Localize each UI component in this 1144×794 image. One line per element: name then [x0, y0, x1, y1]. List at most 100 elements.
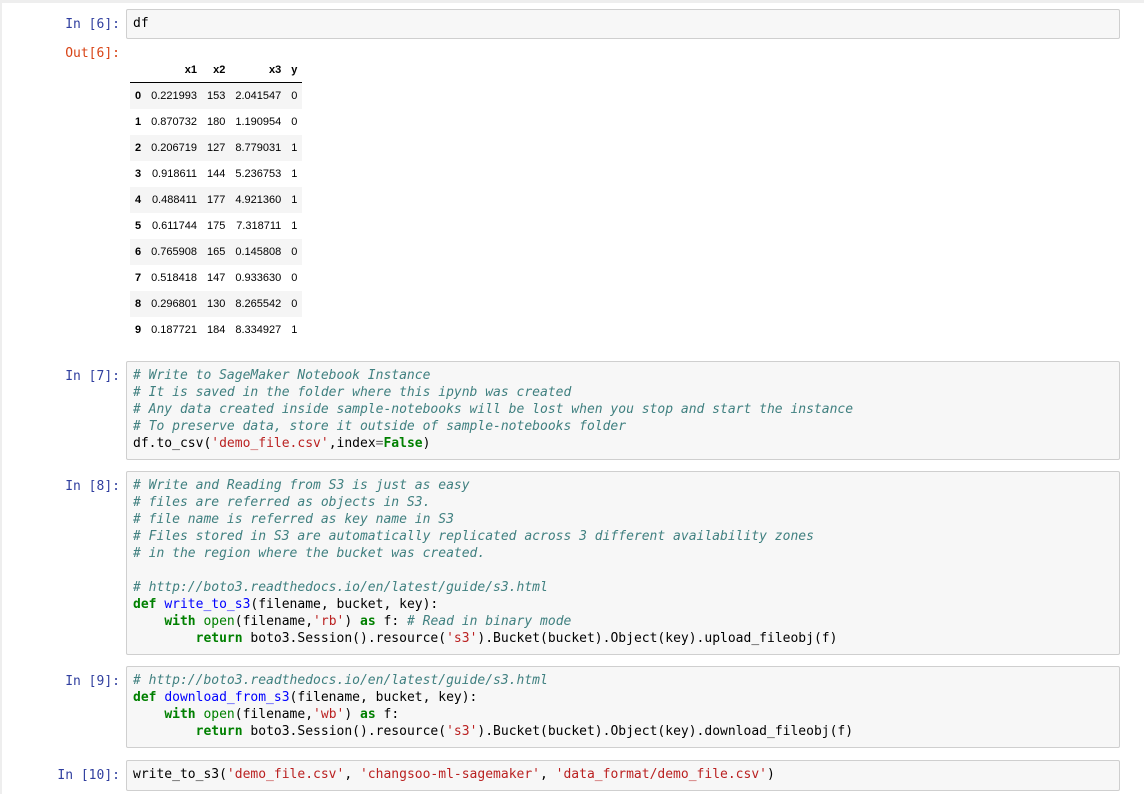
cell-9-code[interactable]: # http://boto3.readthedocs.io/en/latest/… [133, 672, 1113, 740]
code-cell-6[interactable]: df [126, 9, 1120, 39]
cell-6-code[interactable]: df [133, 15, 1113, 32]
table-cell-y: 0 [291, 90, 298, 102]
code-text: , [344, 767, 360, 782]
code-cell-8[interactable]: # Write and Reading from S3 is just as e… [126, 471, 1120, 655]
function-name: write_to_s3 [164, 597, 251, 612]
table-row: 1 0.870732 180 1.190954 0 [130, 109, 302, 135]
row-index: 6 [135, 246, 142, 258]
table-row: 8 0.296801 130 8.265542 0 [130, 291, 303, 317]
code-text: (filename, [234, 614, 314, 629]
table-cell-y: 0 [291, 246, 298, 258]
keyword-as: as [360, 707, 376, 722]
table-cell-x3: 4.921360 [235, 194, 282, 206]
table-cell-y: 1 [291, 142, 298, 154]
code-cell-10[interactable]: write_to_s3('demo_file.csv', 'changsoo-m… [126, 760, 1120, 791]
code-text: ) [344, 614, 353, 629]
column-header-x3: x3 [230, 58, 287, 83]
string-literal: 's3' [446, 631, 478, 646]
code-text: ,index [328, 436, 376, 451]
input-prompt-8: In [8]: [65, 479, 120, 494]
row-index: 2 [135, 142, 142, 154]
code-text: ) [766, 767, 775, 782]
code-text: (filename, bucket, key): [250, 597, 439, 612]
comment-line: # file name is referred as key name in S… [133, 512, 454, 527]
cell-7-code[interactable]: # Write to SageMaker Notebook Instance #… [133, 367, 1113, 452]
table-cell-x1: 0.765908 [151, 246, 198, 258]
comment-line: # Write and Reading from S3 is just as e… [133, 478, 470, 493]
table-cell-x2: 144 [207, 168, 226, 180]
code-text: f: [383, 707, 400, 722]
input-prompt-7: In [7]: [65, 369, 120, 384]
code-text: ).Bucket(bucket).Object(key).download_fi… [477, 724, 854, 739]
table-cell-y: 1 [291, 168, 298, 180]
table-row: 0 0.221993 153 2.041547 0 [130, 82, 303, 109]
table-cell-x3: 0.933630 [235, 272, 282, 284]
row-index: 4 [135, 194, 142, 206]
builtin-open: open [203, 614, 235, 629]
table-cell-x2: 180 [207, 116, 226, 128]
comment-line: # http://boto3.readthedocs.io/en/latest/… [133, 673, 548, 688]
cell-10-code[interactable]: write_to_s3('demo_file.csv', 'changsoo-m… [133, 766, 1113, 783]
keyword-def: def [133, 690, 157, 705]
table-cell-x3: 8.265542 [235, 298, 282, 310]
code-text: ) [422, 436, 431, 451]
row-index: 5 [135, 220, 142, 232]
code-text: boto3.Session().resource( [250, 631, 447, 646]
code-cell-7[interactable]: # Write to SageMaker Notebook Instance #… [126, 361, 1120, 460]
code-cell-9[interactable]: # http://boto3.readthedocs.io/en/latest/… [126, 666, 1120, 748]
keyword-def: def [133, 597, 157, 612]
string-literal: 'changsoo-ml-sagemaker' [359, 767, 540, 782]
keyword-return: return [195, 631, 243, 646]
table-cell-y: 1 [291, 194, 298, 206]
code-text: boto3.Session().resource( [250, 724, 447, 739]
table-cell-y: 0 [291, 272, 298, 284]
table-row: 3 0.918611 144 5.236753 1 [130, 161, 302, 187]
table-cell-x1: 0.488411 [151, 194, 198, 206]
table-row: 2 0.206719 127 8.779031 1 [130, 135, 303, 161]
table-cell-x3: 7.318711 [236, 220, 282, 232]
keyword-return: return [195, 724, 243, 739]
table-cell-x2: 177 [207, 194, 226, 206]
table-cell-x1: 0.870732 [151, 116, 198, 128]
code-text: (filename, bucket, key): [289, 690, 478, 705]
table-cell-x3: 1.190954 [235, 116, 282, 128]
table-row: 4 0.488411 177 4.921360 1 [130, 187, 303, 213]
table-row: 9 0.187721 184 8.334927 1 [130, 317, 302, 343]
string-literal: 'demo_file.csv' [211, 436, 329, 451]
code-text: f: [383, 614, 400, 629]
comment-line: # Any data created inside sample-noteboo… [133, 402, 854, 417]
comment-line: # To preserve data, store it outside of … [133, 419, 627, 434]
comment-line: # Write to SageMaker Notebook Instance [133, 368, 431, 383]
table-cell-x2: 175 [207, 220, 226, 232]
table-cell-y: 0 [291, 116, 298, 128]
function-name: download_from_s3 [164, 690, 290, 705]
comment-line: # http://boto3.readthedocs.io/en/latest/… [133, 580, 548, 595]
table-cell-x2: 127 [207, 142, 226, 154]
row-index: 1 [135, 116, 142, 128]
string-literal: 'demo_file.csv' [226, 767, 345, 782]
dataframe-output: x1 x2 x3 y 0 0.221993 153 2.041547 0 1 0.87073… [130, 58, 303, 343]
table-cell-y: 1 [291, 324, 298, 336]
table-cell-x3: 8.334927 [235, 324, 282, 336]
dataframe-header-row: x1 x2 x3 y [130, 58, 303, 83]
row-index: 7 [135, 272, 142, 284]
cell-8-code[interactable]: # Write and Reading from S3 is just as e… [133, 477, 1113, 647]
code-text: , [540, 767, 556, 782]
table-cell-x3: 2.041547 [235, 90, 282, 102]
input-prompt-10: In [10]: [57, 768, 120, 783]
comment-line: # It is saved in the folder where this i… [133, 385, 572, 400]
table-cell-x3: 0.145808 [235, 246, 282, 258]
table-cell-x1: 0.187721 [151, 324, 198, 336]
table-cell-x2: 153 [207, 90, 226, 102]
table-cell-x1: 0.206719 [151, 142, 198, 154]
table-cell-x2: 130 [207, 298, 226, 310]
keyword-with: with [164, 707, 196, 722]
comment-line: # in the region where the bucket was cre… [133, 546, 486, 561]
table-row: 6 0.765908 165 0.145808 0 [130, 239, 303, 265]
comment-line: # Files stored in S3 are automatically r… [133, 529, 814, 544]
notebook-top-rule [0, 0, 1144, 3]
table-cell-x1: 0.518418 [151, 272, 198, 284]
table-cell-x3: 5.236753 [235, 168, 282, 180]
column-header-y: y [286, 58, 303, 83]
input-prompt-9: In [9]: [65, 674, 120, 689]
